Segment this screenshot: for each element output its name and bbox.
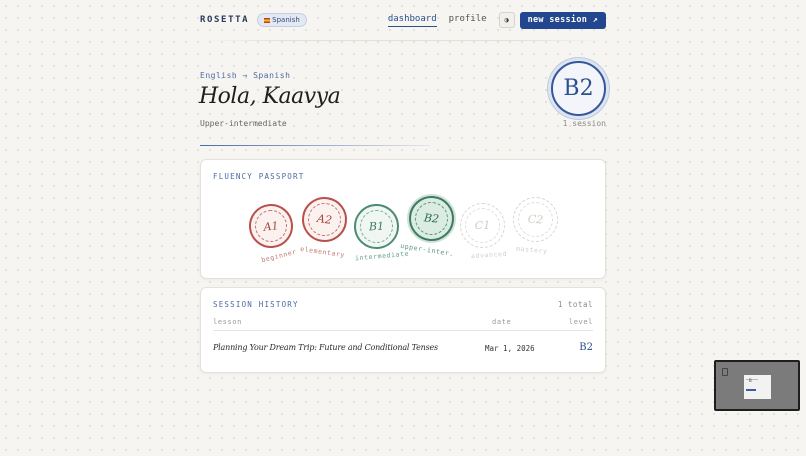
language-direction: English → Spanish (200, 71, 291, 80)
stamp-a1: A1 (246, 201, 296, 251)
page-title: Hola, Kaavya (199, 84, 341, 109)
level-name: Upper-intermediate (200, 119, 287, 128)
stamp-b1: B1 (352, 202, 401, 251)
session-count: 1 session (562, 119, 606, 128)
main-nav: dashboard profile ◑ new session ↗ (387, 11, 606, 29)
stamp-label-c1: advanced (470, 249, 508, 261)
column-header-level: level (568, 318, 593, 326)
table-row-level: B2 (579, 342, 593, 353)
table-row-date: Mar 1, 2026 (485, 344, 535, 353)
session-history-card: SESSION HISTORY 1 total lesson date leve… (200, 287, 606, 373)
top-bar: ROSETTA Spanish dashboard profile ◑ new … (200, 10, 606, 30)
stamp-a2: A2 (299, 194, 350, 245)
thumbnail-label: B (749, 378, 752, 383)
file-icon (722, 368, 728, 376)
nav-dashboard[interactable]: dashboard (387, 14, 437, 27)
history-divider (213, 330, 593, 331)
history-title: SESSION HISTORY (213, 300, 299, 309)
fluency-passport-card: FLUENCY PASSPORT A1 beginner A2 elementa… (200, 159, 606, 279)
theme-toggle-icon[interactable]: ◑ (498, 12, 515, 28)
level-badge: B2 (551, 61, 606, 116)
stamp-label-b1: intermediate (354, 249, 410, 263)
new-session-button[interactable]: new session ↗ (519, 11, 606, 29)
passport-title: FLUENCY PASSPORT (213, 172, 305, 181)
brand-logo[interactable]: ROSETTA (200, 15, 249, 25)
history-total: 1 total (557, 300, 593, 309)
language-pill[interactable]: Spanish (257, 13, 307, 27)
stamp-b2-current: B2 (406, 193, 457, 244)
stamp-label-c2: mastery (515, 244, 548, 256)
stamp-c2-locked: C2 (511, 195, 560, 244)
spain-flag-icon (264, 17, 271, 23)
table-row-lesson[interactable]: Planning Your Dream Trip: Future and Con… (213, 343, 438, 352)
hero-divider (200, 145, 430, 146)
stamp-c1-locked: C1 (460, 203, 505, 248)
nav-profile[interactable]: profile (449, 14, 487, 26)
window-thumbnail[interactable]: B (714, 360, 800, 411)
column-header-lesson: lesson (213, 318, 242, 326)
header-divider (200, 40, 606, 41)
column-header-date: date (492, 318, 512, 326)
language-pill-label: Spanish (272, 16, 300, 24)
stamp-label-a1: beginner (260, 247, 298, 265)
stamp-label-a2: elementary (299, 244, 346, 260)
